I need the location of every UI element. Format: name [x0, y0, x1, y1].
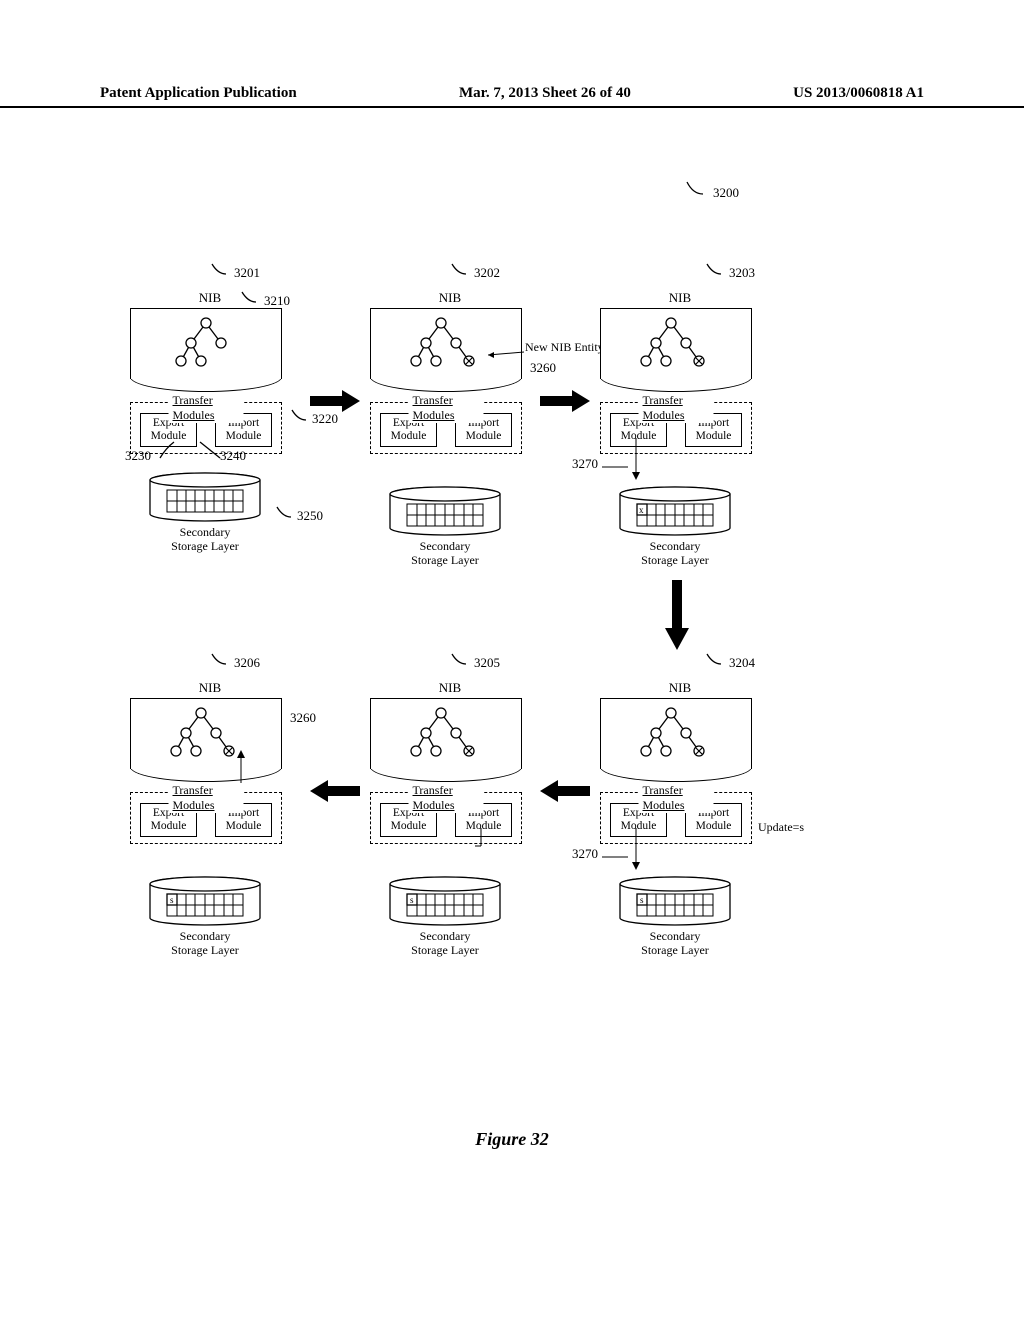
stage-3206: 3206 NIB — [130, 680, 290, 958]
arrow-right-icon — [310, 390, 350, 410]
stage-3201: 3201 NIB 3210 — [130, 290, 290, 554]
storage-cell-x: x — [639, 505, 644, 515]
figure-caption: Figure 32 — [0, 1129, 1024, 1150]
tree-icon — [166, 313, 246, 368]
storage-cell-s: s — [170, 895, 174, 905]
header-right: US 2013/0060818 A1 — [793, 85, 924, 102]
tree-icon — [631, 313, 721, 368]
svg-text:s: s — [640, 895, 644, 905]
stage-3205: 3205 NIB — [370, 680, 530, 958]
update-label: Update=s — [758, 820, 804, 835]
arrow-right-icon — [540, 390, 580, 410]
tree-icon — [631, 703, 721, 758]
tree-icon — [401, 703, 491, 758]
arrow-left-icon — [310, 780, 350, 800]
header-center: Mar. 7, 2013 Sheet 26 of 40 — [459, 85, 631, 102]
arrow-left-icon — [540, 780, 580, 800]
stage-3203: 3203 NIB — [600, 290, 760, 568]
ref-3200: 3200 — [685, 180, 725, 204]
tree-icon — [401, 313, 491, 368]
arrow-down-icon — [665, 580, 685, 640]
stage-3202: 3202 NIB — [370, 290, 530, 568]
svg-text:s: s — [410, 895, 414, 905]
nib-box — [130, 308, 282, 379]
transfer-title: Transfer Modules — [169, 393, 244, 423]
header-left: Patent Application Publication — [100, 85, 297, 102]
storage: SecondaryStorage Layer — [130, 472, 280, 554]
stage-3204: 3204 NIB — [600, 680, 760, 958]
storage-label: SecondaryStorage Layer — [130, 526, 280, 554]
page-header: Patent Application Publication Mar. 7, 2… — [0, 85, 1024, 108]
